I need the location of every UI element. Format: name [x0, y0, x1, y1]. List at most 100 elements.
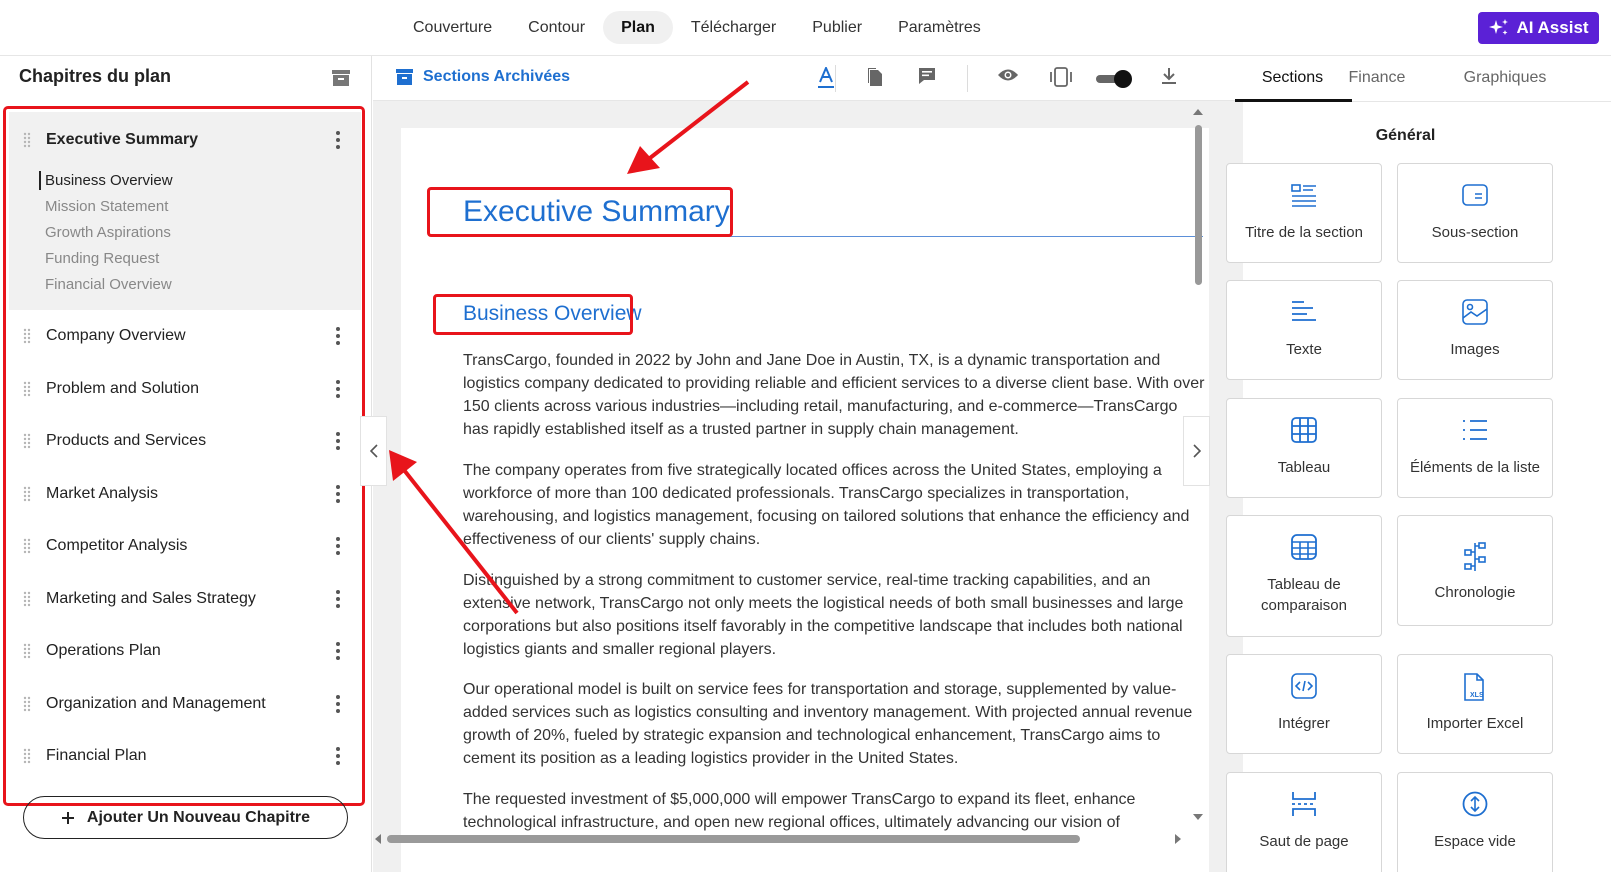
chapter-item-market-analysis[interactable]: Market Analysis: [9, 479, 361, 509]
document-editor: Sections Archivées Executive Summary Bus…: [360, 56, 1243, 872]
more-options-icon[interactable]: [335, 641, 341, 666]
horizontal-scroll-thumb[interactable]: [387, 835, 1080, 843]
paragraph[interactable]: TransCargo, founded in 2022 by John and …: [463, 349, 1205, 441]
insert-comparison-table-card[interactable]: Tableau de comparaison: [1226, 515, 1382, 637]
document-icon[interactable]: [866, 67, 884, 92]
toolbar-divider: [967, 65, 968, 92]
chapter-list: Executive Summary Business Overview Miss…: [3, 106, 365, 806]
vertical-scroll-thumb[interactable]: [1195, 125, 1202, 285]
chapter-item-marketing-and-sales-strategy[interactable]: Marketing and Sales Strategy: [9, 584, 361, 614]
more-options-icon[interactable]: [335, 746, 341, 771]
drag-handle-icon[interactable]: [23, 591, 31, 612]
drag-handle-icon[interactable]: [23, 748, 31, 769]
paragraph[interactable]: Our operational model is built on servic…: [463, 678, 1205, 770]
vertical-scrollbar[interactable]: [1191, 105, 1205, 831]
main-tabs: Couverture Contour Plan Télécharger Publ…: [395, 11, 999, 44]
card-label: Saut de page: [1259, 833, 1349, 850]
subsection-item[interactable]: Business Overview: [45, 172, 173, 189]
subsection-item[interactable]: Financial Overview: [45, 276, 172, 293]
svg-text:XLS: XLS: [1470, 692, 1484, 699]
more-options-icon[interactable]: [335, 694, 341, 719]
insert-empty-space-card[interactable]: Espace vide: [1397, 772, 1553, 872]
more-options-icon[interactable]: [335, 326, 341, 351]
section-title-icon: [1291, 182, 1317, 212]
sidebar-title: Chapitres du plan: [19, 66, 172, 86]
archive-icon[interactable]: [331, 69, 351, 92]
card-label: Sous-section: [1431, 224, 1519, 241]
toggle-switch[interactable]: [1095, 69, 1133, 94]
chapter-item-products-and-services[interactable]: Products and Services: [9, 426, 361, 456]
device-icon[interactable]: [1049, 67, 1073, 92]
document-page: Executive Summary Business Overview Tran…: [401, 128, 1209, 872]
insert-list-card[interactable]: Éléments de la liste: [1397, 398, 1553, 498]
chapter-item-competitor-analysis[interactable]: Competitor Analysis: [9, 531, 361, 561]
more-options-icon[interactable]: [335, 484, 341, 509]
scroll-up-icon: [1193, 109, 1203, 115]
drag-handle-icon[interactable]: [23, 643, 31, 664]
text-color-icon[interactable]: [816, 65, 836, 94]
insert-timeline-card[interactable]: Chronologie: [1397, 515, 1553, 626]
tab-finance[interactable]: Finance: [1327, 69, 1427, 87]
page-break-icon: [1291, 791, 1317, 821]
tab-telecharger[interactable]: Télécharger: [673, 11, 794, 44]
tab-publier[interactable]: Publier: [794, 11, 880, 44]
more-options-icon[interactable]: [335, 379, 341, 404]
drag-handle-icon[interactable]: [23, 381, 31, 402]
drag-handle-icon[interactable]: [23, 132, 31, 153]
drag-handle-icon[interactable]: [23, 538, 31, 559]
chapter-label: Problem and Solution: [46, 380, 199, 397]
chapter-item-problem-and-solution[interactable]: Problem and Solution: [9, 374, 361, 404]
preview-icon[interactable]: [997, 67, 1019, 88]
drag-handle-icon[interactable]: [23, 433, 31, 454]
add-chapter-button[interactable]: Ajouter Un Nouveau Chapitre: [23, 796, 348, 839]
insert-excel-card[interactable]: XLS Importer Excel: [1397, 654, 1553, 754]
plus-icon: [61, 811, 74, 824]
more-options-icon[interactable]: [335, 431, 341, 456]
insert-table-card[interactable]: Tableau: [1226, 398, 1382, 498]
tab-couverture[interactable]: Couverture: [395, 11, 510, 44]
more-options-icon[interactable]: [335, 589, 341, 614]
tab-graphiques[interactable]: Graphiques: [1440, 69, 1570, 87]
archived-sections-button[interactable]: Sections Archivées: [396, 68, 570, 86]
drag-handle-icon[interactable]: [23, 328, 31, 349]
card-label: Intégrer: [1278, 715, 1330, 732]
chapter-item-company-overview[interactable]: Company Overview: [9, 321, 361, 351]
add-chapter-label: Ajouter Un Nouveau Chapitre: [86, 808, 311, 826]
comment-icon[interactable]: [918, 67, 936, 90]
editor-toolbar: Sections Archivées: [373, 56, 1243, 101]
paragraph[interactable]: Distinguished by a strong commitment to …: [463, 569, 1205, 661]
insert-embed-card[interactable]: Intégrer: [1226, 654, 1382, 754]
more-options-icon[interactable]: [335, 536, 341, 561]
paragraph[interactable]: The company operates from five strategic…: [463, 459, 1205, 551]
empty-space-icon: [1462, 791, 1488, 821]
insert-panel: Sections Finance Graphiques Général Titr…: [1226, 56, 1611, 872]
insert-section-title-card[interactable]: Titre de la section: [1226, 163, 1382, 263]
paragraph[interactable]: The requested investment of $5,000,000 w…: [463, 788, 1205, 834]
chapter-item-financial-plan[interactable]: Financial Plan: [9, 741, 361, 771]
chapter-item-operations-plan[interactable]: Operations Plan: [9, 636, 361, 666]
chapter-item-organization-and-management[interactable]: Organization and Management: [9, 689, 361, 719]
horizontal-scrollbar[interactable]: [373, 831, 1189, 845]
subsection-item[interactable]: Funding Request: [45, 250, 159, 267]
card-label: Importer Excel: [1426, 715, 1524, 732]
insert-text-card[interactable]: Texte: [1226, 280, 1382, 380]
insert-page-break-card[interactable]: Saut de page: [1226, 772, 1382, 872]
insert-images-card[interactable]: Images: [1397, 280, 1553, 380]
tab-plan[interactable]: Plan: [603, 11, 673, 44]
toolbar-divider: [835, 65, 836, 92]
drag-handle-icon[interactable]: [23, 696, 31, 717]
current-subsection-indicator: [39, 171, 41, 190]
collapse-left-button[interactable]: [360, 416, 387, 486]
more-options-icon[interactable]: [335, 130, 341, 155]
chapter-label: Market Analysis: [46, 485, 159, 502]
download-icon[interactable]: [1161, 67, 1177, 90]
subsection-item[interactable]: Mission Statement: [45, 198, 168, 215]
subsection-item[interactable]: Growth Aspirations: [45, 224, 171, 241]
tab-parametres[interactable]: Paramètres: [880, 11, 999, 44]
chapter-item-executive-summary[interactable]: Executive Summary: [9, 125, 361, 155]
tab-contour[interactable]: Contour: [510, 11, 603, 44]
ai-assist-button[interactable]: AI Assist: [1478, 12, 1599, 44]
insert-subsection-card[interactable]: Sous-section: [1397, 163, 1553, 263]
card-label: Titre de la section: [1245, 224, 1363, 241]
drag-handle-icon[interactable]: [23, 486, 31, 507]
